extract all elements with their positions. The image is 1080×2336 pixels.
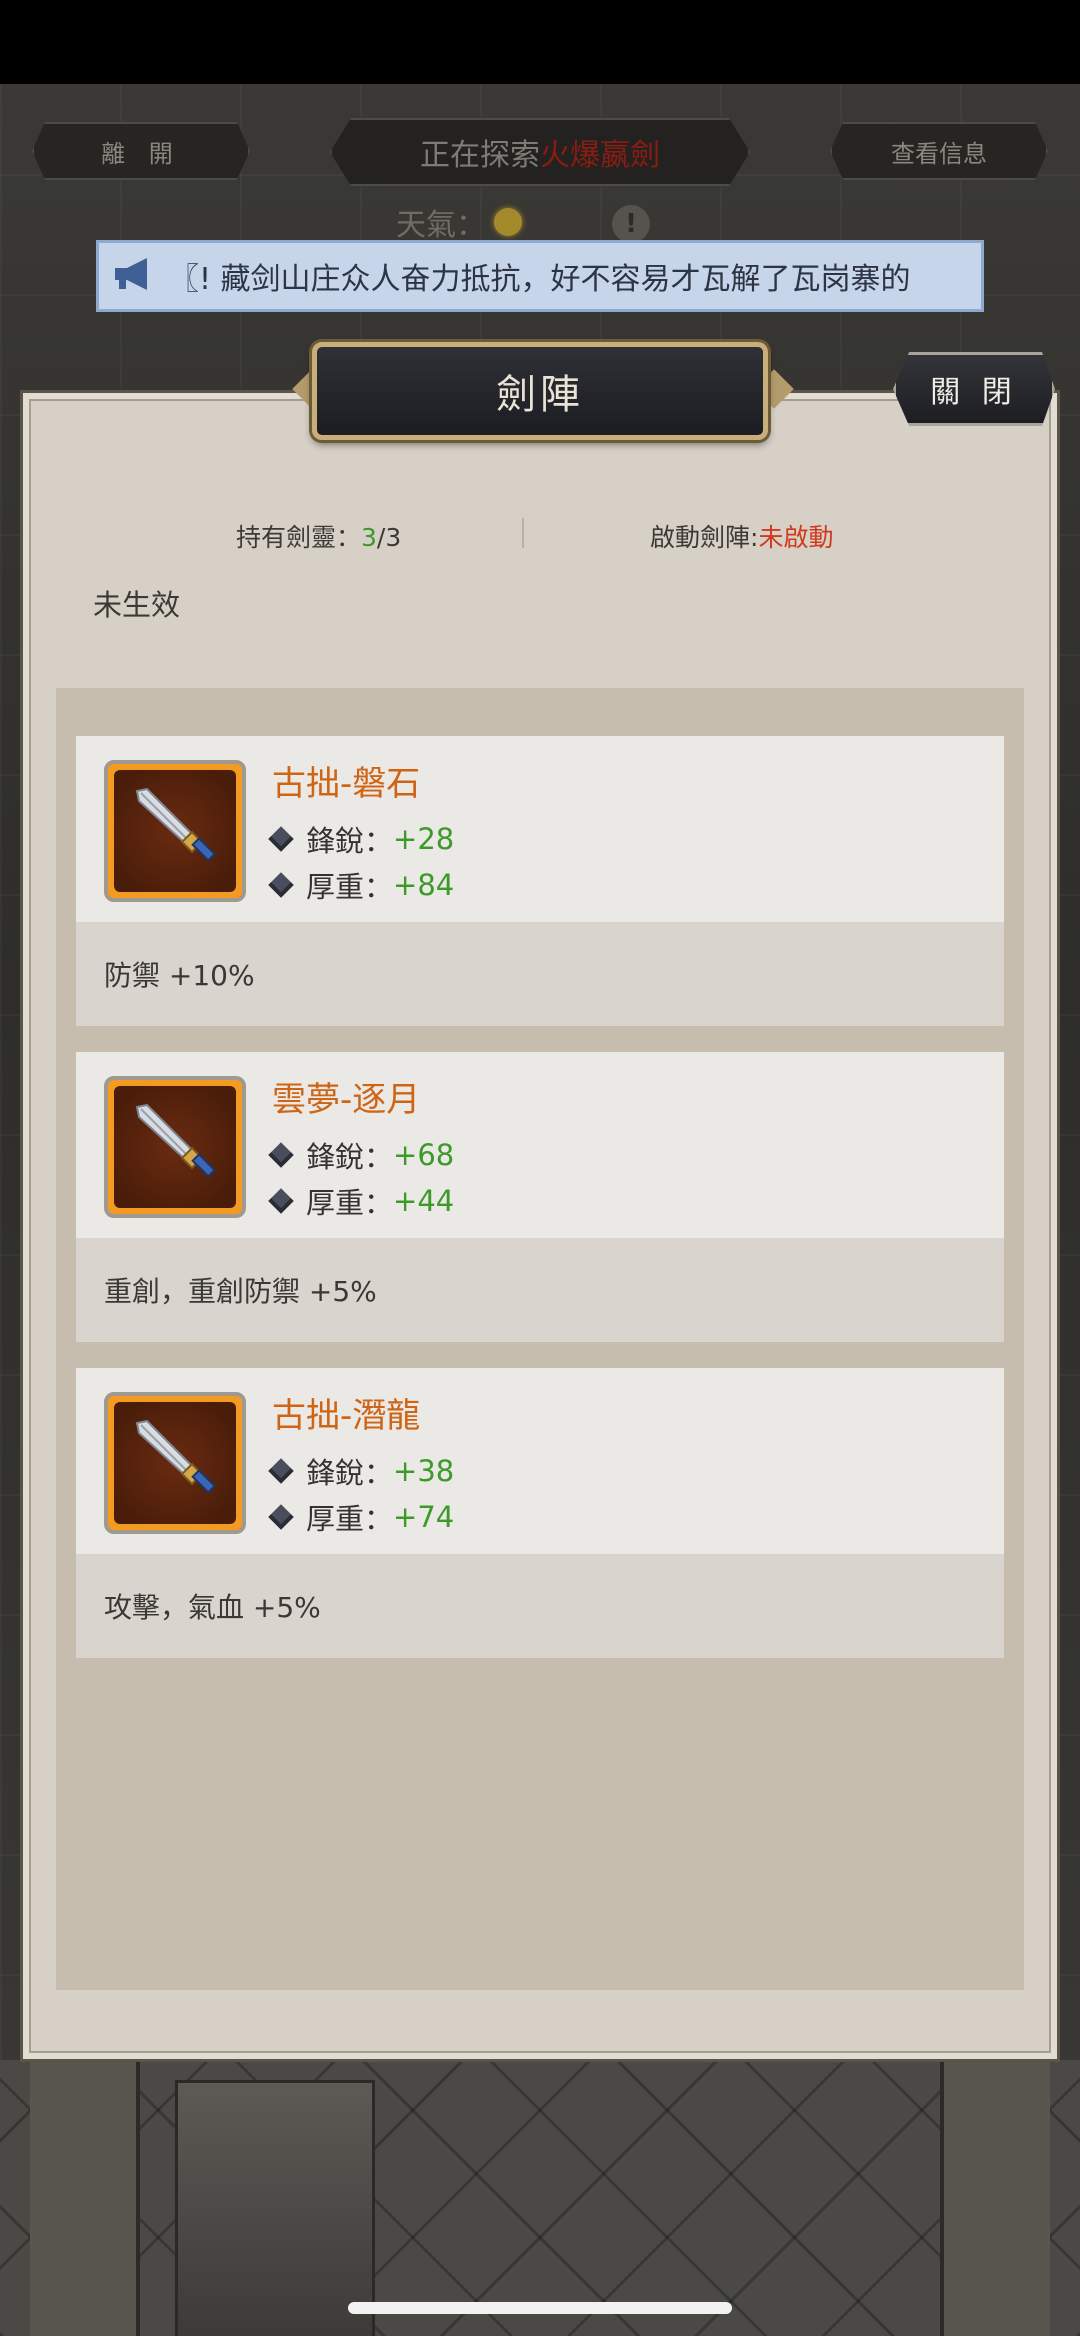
sword-name: 雲夢-逐月 [272, 1080, 421, 1120]
held-total: /3 [376, 523, 402, 552]
activate-state: 未啟動 [758, 523, 834, 552]
diamond-icon [268, 1504, 294, 1530]
announcement-text: 〖! 藏剑山庄众人奋力抵抗，好不容易才瓦解了瓦岗寨的 [169, 262, 911, 297]
close-button[interactable]: 關 閉 [893, 352, 1055, 426]
background-pillar-left [30, 2060, 140, 2336]
sword-card[interactable]: 古拙-磐石 鋒銳： +28 厚重： +84 防禦 +10% [76, 736, 1004, 1026]
home-indicator[interactable] [348, 2302, 732, 2314]
background-statue [175, 2080, 375, 2336]
diamond-icon [268, 1458, 294, 1484]
held-label: 持有劍靈： [236, 523, 362, 552]
leave-button[interactable]: 離 開 [32, 122, 250, 180]
background-floor [0, 2060, 1080, 2336]
diamond-icon [268, 872, 294, 898]
panel-title-box: 劍陣 [312, 342, 768, 440]
summary-row: 持有劍靈：3/3 啟動劍陣:未啟動 [60, 510, 1020, 560]
sword-icon [125, 1411, 225, 1515]
sword-effect: 重創，重創防禦 +5% [76, 1238, 1004, 1342]
activate-label: 啟動劍陣: [650, 523, 759, 552]
megaphone-icon [113, 256, 169, 296]
sword-card[interactable]: 雲夢-逐月 鋒銳： +68 厚重： +44 重創，重創防禦 +5% [76, 1052, 1004, 1342]
sword-name: 古拙-潛龍 [272, 1396, 421, 1436]
sharpness-label: 鋒銳： [306, 824, 394, 858]
sharpness-stat: 鋒銳： +68 [268, 1134, 455, 1176]
sword-name: 古拙-磐石 [272, 764, 421, 804]
sharpness-label: 鋒銳： [306, 1456, 394, 1490]
sword-item-frame[interactable] [104, 760, 246, 902]
explore-location: 火爆嬴劍 [540, 138, 660, 173]
explore-prefix: 正在探索 [420, 138, 540, 173]
heaviness-value: +44 [393, 1184, 455, 1218]
sword-card-header: 古拙-潛龍 鋒銳： +38 厚重： +74 [76, 1368, 1004, 1554]
sun-icon [494, 208, 522, 236]
sword-effect: 攻擊，氣血 +5% [76, 1554, 1004, 1658]
weather: 天氣： [396, 202, 522, 243]
sword-item-frame[interactable] [104, 1076, 246, 1218]
sharpness-stat: 鋒銳： +28 [268, 818, 455, 860]
sharpness-value: +28 [393, 822, 455, 856]
status-bar [0, 0, 1080, 84]
exploring-location: 正在探索 火爆嬴劍 [330, 118, 750, 186]
sharpness-value: +68 [393, 1138, 455, 1172]
weather-label: 天氣： [396, 208, 486, 243]
summary-divider [522, 518, 524, 548]
diamond-icon [268, 1188, 294, 1214]
held-count: 3 [361, 523, 377, 552]
sharpness-stat: 鋒銳： +38 [268, 1450, 455, 1492]
sword-card[interactable]: 古拙-潛龍 鋒銳： +38 厚重： +74 攻擊，氣血 +5% [76, 1368, 1004, 1658]
sword-effect: 防禦 +10% [76, 922, 1004, 1026]
sword-card-header: 雲夢-逐月 鋒銳： +68 厚重： +44 [76, 1052, 1004, 1238]
sharpness-label: 鋒銳： [306, 1140, 394, 1174]
view-info-button[interactable]: 查看信息 [830, 122, 1048, 180]
sword-icon [125, 779, 225, 883]
sharpness-value: +38 [393, 1454, 455, 1488]
effect-status: 未生效 [93, 588, 181, 622]
activate-status[interactable]: 啟動劍陣:未啟動 [650, 518, 833, 554]
panel-title: 劍陣 [496, 372, 584, 418]
sword-item-frame[interactable] [104, 1392, 246, 1534]
diamond-icon [268, 826, 294, 852]
heaviness-stat: 厚重： +44 [268, 1180, 455, 1222]
heaviness-label: 厚重： [306, 1502, 394, 1536]
heaviness-value: +84 [393, 868, 455, 902]
warning-icon[interactable]: ! [612, 205, 650, 243]
heaviness-label: 厚重： [306, 870, 394, 904]
diamond-icon [268, 1142, 294, 1168]
sword-icon [125, 1095, 225, 1199]
heaviness-stat: 厚重： +74 [268, 1496, 455, 1538]
heaviness-value: +74 [393, 1500, 455, 1534]
held-spirits: 持有劍靈：3/3 [236, 518, 401, 554]
announcement-banner: 〖! 藏剑山庄众人奋力抵抗，好不容易才瓦解了瓦岗寨的 [96, 240, 984, 312]
sword-card-header: 古拙-磐石 鋒銳： +28 厚重： +84 [76, 736, 1004, 922]
heaviness-label: 厚重： [306, 1186, 394, 1220]
heaviness-stat: 厚重： +84 [268, 864, 455, 906]
background-pillar-right [940, 2060, 1050, 2336]
